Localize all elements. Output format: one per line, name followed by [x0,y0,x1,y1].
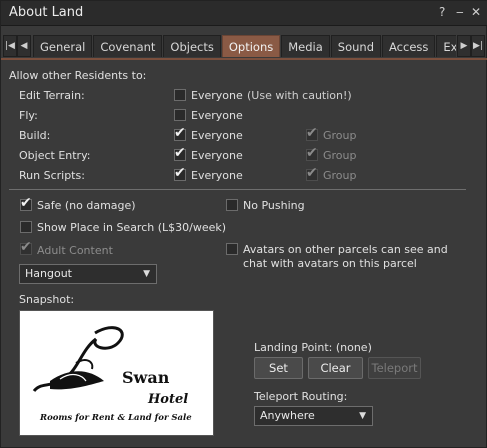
tab-strip: General Covenant Objects Options Media Sound A… [33,35,456,57]
snapshot-image[interactable]: Swan Hotel Rooms for Rent & Land for Sal… [19,310,214,436]
build-group-checkbox: ✔ [306,125,318,141]
edit-terrain-caution-note: (Use with caution!) [247,89,352,102]
no-pushing-checkbox[interactable] [226,199,238,211]
landing-point-label: Landing Point: (none) [254,341,372,354]
window-title: About Land [9,5,84,20]
scroll-first-icon[interactable]: |◀ [3,35,17,57]
build-everyone-label: Everyone [191,129,243,142]
tab-options[interactable]: Options [221,35,281,57]
about-land-window: About Land ? ‒ ✕ |◀ ◀ General Covenant Obj… [0,0,487,448]
safe-label: Safe (no damage) [37,199,136,212]
minimize-icon[interactable]: ‒ [456,5,464,19]
check-icon: ✔ [174,125,186,141]
logo-text-tagline: Rooms for Rent & Land for Sale [39,413,192,423]
tab-media[interactable]: Media [281,35,330,57]
run-scripts-everyone-label: Everyone [191,169,243,182]
tab-sound[interactable]: Sound [330,35,382,57]
show-in-search-label: Show Place in Search (L$30/week) [37,221,227,234]
scroll-left-icon[interactable]: ◀ [17,35,31,57]
tab-objects[interactable]: Objects [163,35,221,57]
fly-everyone-label: Everyone [191,109,243,122]
run-scripts-group-label: Group [323,169,357,182]
teleport-button: Teleport [368,357,421,379]
chevron-down-icon: ▼ [143,269,150,279]
build-group-label: Group [323,129,357,142]
close-icon[interactable]: ✕ [471,5,481,19]
category-value: Hangout [25,267,72,280]
fly-label: Fly: [19,109,38,122]
edit-terrain-everyone-label: Everyone [191,89,243,102]
show-in-search-checkbox[interactable] [20,221,32,233]
run-scripts-label: Run Scripts: [19,169,85,182]
check-icon: ✔ [306,125,318,141]
snapshot-label: Snapshot: [19,293,75,306]
tab-expe[interactable]: Expe [436,35,456,57]
scroll-right-icon[interactable]: ▶ [457,35,471,57]
avatars-see-checkbox[interactable] [226,243,238,255]
chevron-down-icon: ▼ [359,411,366,421]
set-button[interactable]: Set [254,357,303,379]
edit-terrain-everyone-checkbox[interactable] [174,89,186,101]
avatars-see-label-line1: Avatars on other parcels can see and [243,243,448,256]
allow-residents-header: Allow other Residents to: [9,69,147,82]
tab-access[interactable]: Access [382,35,436,57]
build-label: Build: [19,129,51,142]
check-icon: ✔ [20,195,32,211]
adult-content-checkbox: ✔ [20,239,32,255]
object-entry-group-checkbox: ✔ [306,145,318,161]
avatars-see-label-line2: chat with avatars on this parcel [243,257,417,270]
run-scripts-group-checkbox: ✔ [306,165,318,181]
help-icon[interactable]: ? [439,5,445,19]
teleport-routing-label: Teleport Routing: [254,390,348,403]
no-pushing-label: No Pushing [243,199,305,212]
check-icon: ✔ [306,165,318,181]
run-scripts-everyone-checkbox[interactable]: ✔ [174,165,186,181]
object-entry-label: Object Entry: [19,149,91,162]
check-icon: ✔ [174,165,186,181]
object-entry-group-label: Group [323,149,357,162]
clear-button[interactable]: Clear [308,357,363,379]
tab-general[interactable]: General [33,35,93,57]
tab-underline [1,58,487,60]
check-icon: ✔ [20,239,32,255]
swan-hotel-logo: Swan Hotel Rooms for Rent & Land for Sal… [32,326,192,423]
tab-bar: |◀ ◀ General Covenant Objects Options Media S… [1,35,487,59]
tab-covenant[interactable]: Covenant [93,35,163,57]
object-entry-everyone-label: Everyone [191,149,243,162]
fly-everyone-checkbox[interactable] [174,109,186,121]
logo-text-swan: Swan [122,368,170,387]
object-entry-everyone-checkbox[interactable]: ✔ [174,145,186,161]
logo-text-hotel: Hotel [147,392,188,407]
build-everyone-checkbox[interactable]: ✔ [174,125,186,141]
teleport-routing-value: Anywhere [260,409,315,422]
edit-terrain-label: Edit Terrain: [19,89,85,102]
adult-content-label: Adult Content [37,244,113,257]
teleport-routing-dropdown[interactable]: Anywhere ▼ [254,406,373,426]
safe-checkbox[interactable]: ✔ [20,195,32,211]
check-icon: ✔ [306,145,318,161]
category-dropdown[interactable]: Hangout ▼ [19,264,157,284]
title-bar[interactable]: About Land ? ‒ ✕ [1,1,487,26]
check-icon: ✔ [174,145,186,161]
section-divider [9,189,466,190]
scroll-last-icon[interactable]: ▶| [471,35,485,57]
